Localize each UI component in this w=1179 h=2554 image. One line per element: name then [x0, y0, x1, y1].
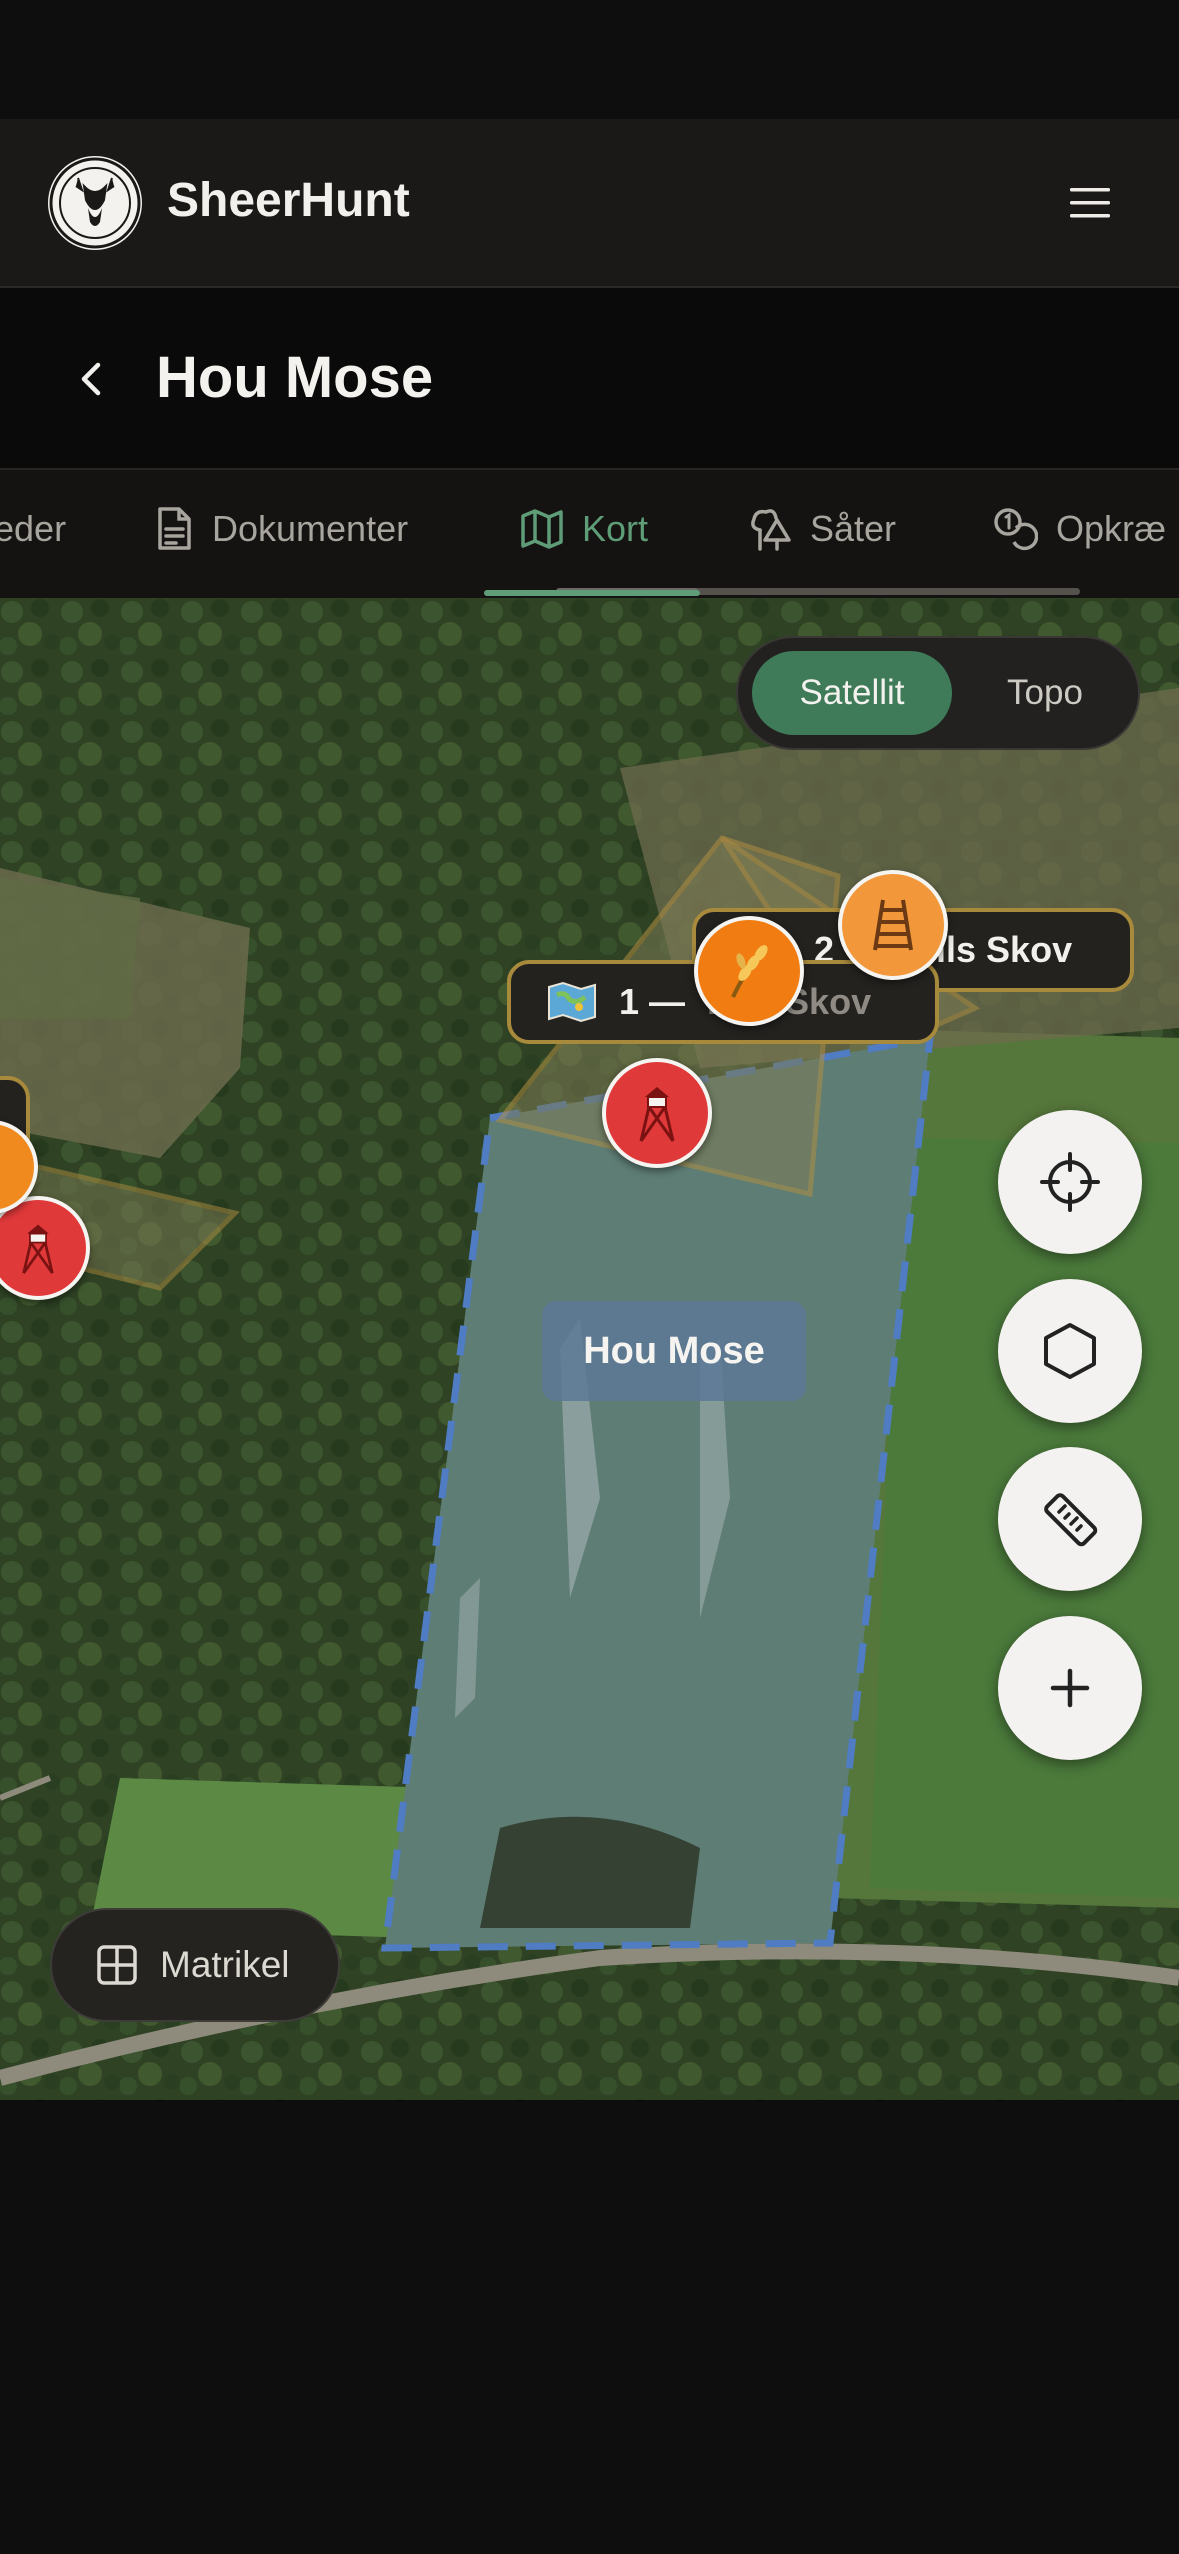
- hunting-tower-pin[interactable]: [602, 1058, 712, 1168]
- draw-polygon-button[interactable]: [998, 1279, 1142, 1423]
- ladder-stand-pin[interactable]: [838, 870, 948, 980]
- menu-button[interactable]: [1050, 167, 1130, 239]
- map-emoji-icon: [548, 981, 596, 1023]
- tab-label: Dokumenter: [212, 508, 409, 549]
- zone-label[interactable]: Hou Mose: [542, 1301, 806, 1401]
- active-tab-indicator: [484, 590, 700, 596]
- polygon-icon: [1044, 1323, 1096, 1379]
- tower-icon: [22, 1224, 54, 1274]
- tab-map[interactable]: Kort: [520, 470, 648, 588]
- tab-documents[interactable]: Dokumenter: [154, 470, 408, 588]
- area-name: 1 —: [619, 981, 686, 1022]
- map-icon: [521, 509, 563, 549]
- feeding-spot-pin[interactable]: [694, 916, 804, 1026]
- tab-bar: eder Dokumenter Kort Såter Opkræ: [0, 470, 1179, 598]
- app-title: SheerHunt: [167, 174, 410, 227]
- locate-icon: [1040, 1152, 1100, 1212]
- tab-label: Kort: [582, 508, 649, 549]
- tab-label: Opkræ: [1056, 508, 1167, 549]
- add-button[interactable]: [998, 1616, 1142, 1760]
- layer-satellit-button[interactable]: Satellit: [752, 651, 952, 735]
- tower-icon: [639, 1087, 675, 1142]
- plus-icon: [1050, 1668, 1090, 1708]
- layer-topo-button[interactable]: Topo: [960, 651, 1130, 735]
- back-button[interactable]: [60, 348, 122, 410]
- tab-label: eder: [0, 508, 67, 549]
- grid-icon: [97, 1945, 137, 1985]
- chevron-left-icon: [81, 362, 101, 396]
- trees-icon: [751, 509, 791, 551]
- measure-button[interactable]: [998, 1447, 1142, 1591]
- document-icon: [158, 507, 191, 550]
- page-title: Hou Mose: [156, 345, 434, 410]
- hamburger-icon: [1070, 188, 1110, 218]
- locate-button[interactable]: [998, 1110, 1142, 1254]
- tab-drives[interactable]: Såter: [746, 470, 896, 588]
- sheerhunt-logo[interactable]: [48, 156, 142, 250]
- app-header: SheerHunt: [0, 119, 1179, 288]
- page-header: Hou Mose: [0, 288, 1179, 470]
- wheat-icon: [731, 945, 768, 998]
- coins-icon: [994, 508, 1038, 551]
- tab-payments[interactable]: Opkræ: [992, 470, 1166, 588]
- ruler-icon: [1044, 1493, 1098, 1547]
- matrikel-label: Matrikel: [160, 1944, 290, 1985]
- ladder-icon: [873, 899, 913, 951]
- map-layer-toggle: Satellit Topo: [736, 636, 1140, 750]
- matrikel-toggle[interactable]: Matrikel: [50, 1908, 340, 2022]
- tab-members[interactable]: eder: [0, 470, 66, 588]
- map-view[interactable]: Satellit Topo 2 dils Skov 1 — Rus Skov: [0, 598, 1179, 2100]
- tab-label: Såter: [810, 508, 897, 549]
